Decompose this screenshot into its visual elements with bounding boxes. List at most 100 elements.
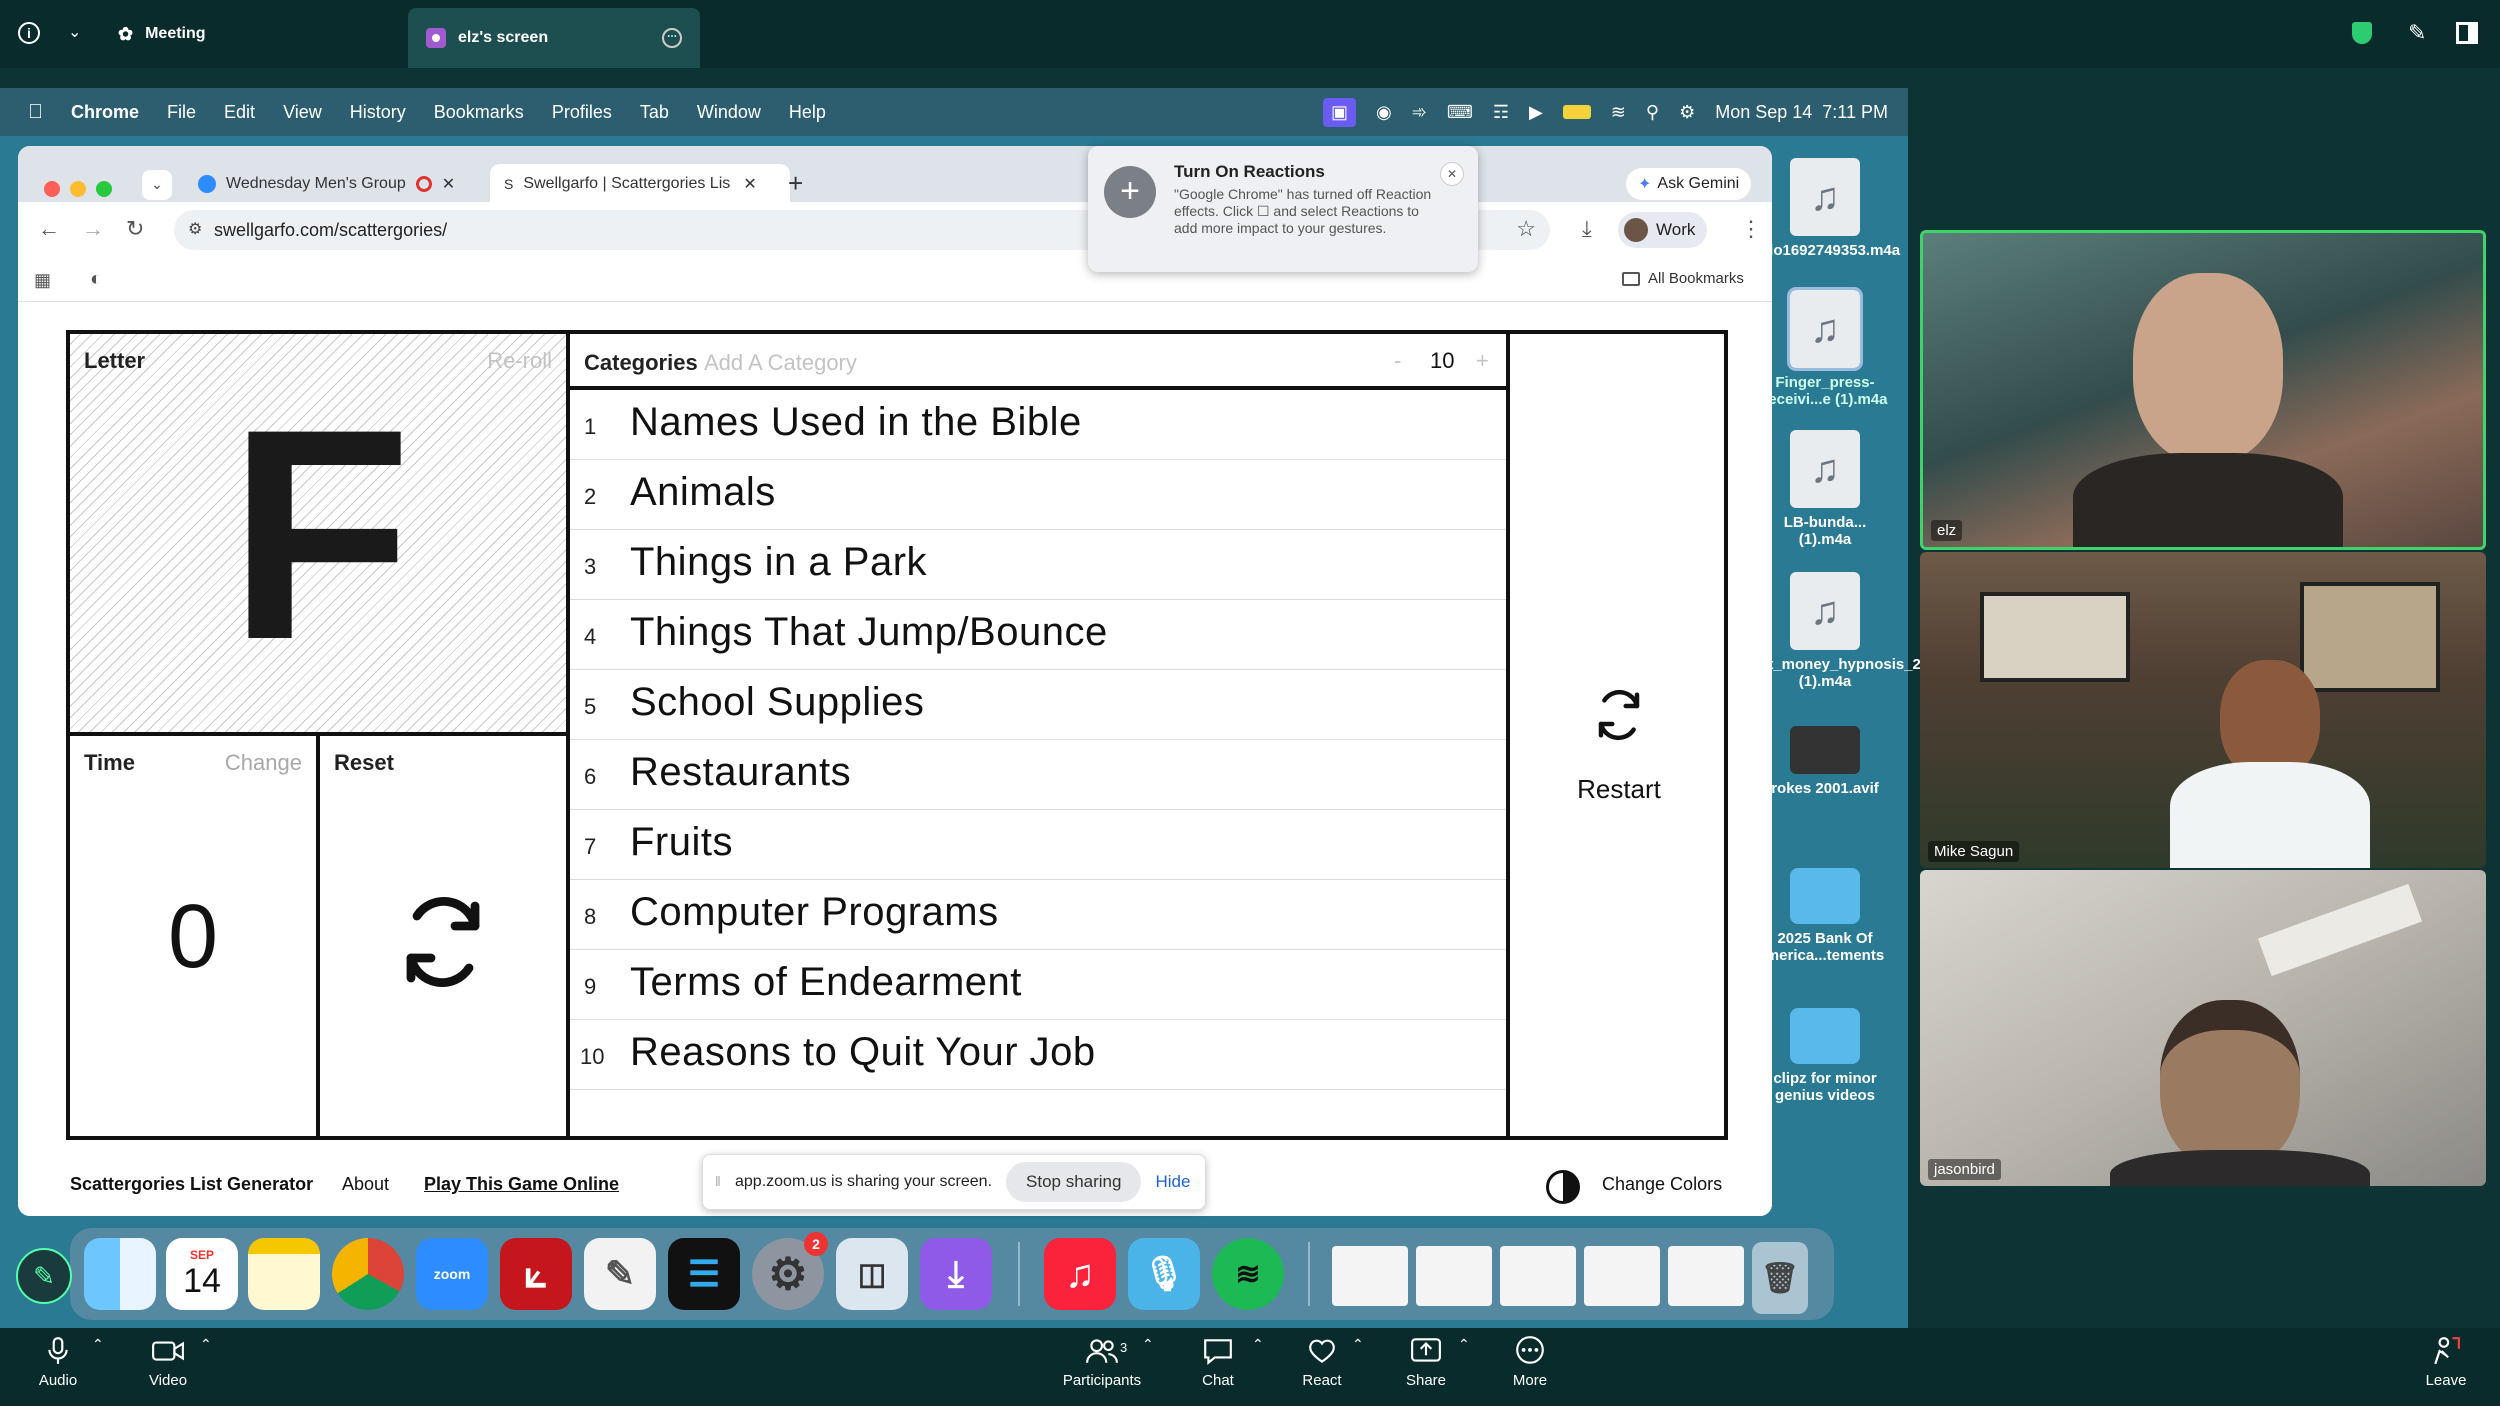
react-options-chevron-icon[interactable]: ⌃ (1352, 1336, 1364, 1353)
menu-history[interactable]: History (350, 102, 406, 123)
reset-panel[interactable]: Reset (320, 736, 570, 1140)
increase-count-button[interactable]: + (1476, 348, 1489, 374)
finder-icon[interactable] (84, 1238, 156, 1310)
play-icon[interactable]: ▶ (1529, 102, 1543, 123)
menu-edit[interactable]: Edit (224, 102, 255, 123)
hide-banner-button[interactable]: Hide (1155, 1172, 1190, 1192)
globe-icon[interactable]: ◐ (90, 268, 102, 291)
desktop-file[interactable]: ♫ et_money_hypnosis_2 (1).m4a (1760, 572, 1921, 690)
control-center-icon[interactable]: ⚙ (1679, 102, 1695, 123)
kebab-menu-icon[interactable]: ⋮ (1740, 216, 1762, 242)
calendar-icon[interactable]: SEP 14 (166, 1238, 238, 1310)
minimize-window-button[interactable] (70, 181, 86, 197)
capcut-icon[interactable]: ☰ (668, 1238, 740, 1310)
category-row[interactable]: 5 School Supplies (570, 670, 1506, 740)
menu-chrome[interactable]: Chrome (71, 102, 139, 123)
change-time-button[interactable]: Change (225, 750, 302, 776)
wifi-icon[interactable]: ≋ (1611, 102, 1626, 123)
edit-annotation-icon[interactable]: ✎ (16, 1248, 72, 1304)
footer-generator-link[interactable]: Scattergories List Generator (70, 1174, 313, 1195)
new-tab-button[interactable]: + (788, 168, 803, 199)
participants-button[interactable]: Participants (1052, 1336, 1152, 1389)
system-settings-icon[interactable]: ⚙ 2 (752, 1232, 828, 1310)
decrease-count-button[interactable]: - (1394, 348, 1401, 374)
keyboard-icon[interactable]: ⌨ (1447, 102, 1473, 123)
close-notification-icon[interactable]: ✕ (1440, 162, 1464, 186)
document-thumbnail-icon[interactable] (1584, 1246, 1660, 1306)
desktop-file[interactable]: ♫ LB-bunda...(1).m4a (1760, 430, 1890, 548)
close-tab-icon[interactable]: ✕ (743, 174, 756, 194)
video-tile-mike-sagun[interactable]: Mike Sagun (1920, 552, 2486, 868)
desktop-folder[interactable]: 2025 Bank Of merica...tements (1760, 868, 1890, 964)
tab-shared-screen[interactable]: elz's screen ⋯ (408, 8, 700, 68)
layout-icon[interactable] (2456, 22, 2478, 44)
desktop-file[interactable]: ♫ dio1692749353.m4a (1760, 158, 1900, 259)
more-options-icon[interactable]: ⋯ (662, 28, 682, 48)
footer-play-online-link[interactable]: Play This Game Online (424, 1174, 619, 1195)
bookmark-star-icon[interactable]: ☆ (1516, 216, 1536, 242)
close-window-button[interactable] (44, 181, 60, 197)
spotify-icon[interactable]: ≋ (1212, 1238, 1284, 1310)
cast-icon[interactable]: ➾ (1412, 102, 1427, 123)
tab-meeting[interactable]: ✿ Meeting (100, 8, 224, 60)
menu-profiles[interactable]: Profiles (552, 102, 612, 123)
desktop-folder[interactable]: clipz for minor genius videos (1760, 1008, 1890, 1104)
document-thumbnail-icon[interactable] (1416, 1246, 1492, 1306)
category-row[interactable]: 3 Things in a Park (570, 530, 1506, 600)
reset-icon[interactable] (395, 894, 491, 990)
desktop-file[interactable]: rokes 2001.avif (1760, 726, 1890, 797)
category-row[interactable]: 4 Things That Jump/Bounce (570, 600, 1506, 670)
menu-file[interactable]: File (167, 102, 196, 123)
battery-icon[interactable] (1562, 105, 1591, 119)
restart-panel[interactable]: Restart (1510, 334, 1728, 1140)
trash-icon[interactable]: 🗑 (1752, 1242, 1808, 1314)
tab-wednesday-mens-group[interactable]: Wednesday Men's Group ✕ (184, 164, 484, 204)
maximize-window-button[interactable] (96, 181, 112, 197)
contrast-icon[interactable] (1546, 1170, 1580, 1204)
category-row[interactable]: 7 Fruits (570, 810, 1506, 880)
voice-memos-icon[interactable]: 🎙 (1128, 1238, 1200, 1310)
leave-button[interactable]: Leave (2396, 1336, 2496, 1389)
chrome-app-icon[interactable] (332, 1238, 404, 1310)
zoom-status-icon[interactable]: ◉ (1376, 102, 1392, 123)
footer-about-link[interactable]: About (342, 1174, 389, 1195)
music-icon[interactable]: ♫ (1044, 1238, 1116, 1310)
category-row[interactable]: 1 Names Used in the Bible (570, 390, 1506, 460)
participants-options-chevron-icon[interactable]: ⌃ (1142, 1336, 1154, 1353)
document-thumbnail-icon[interactable] (1332, 1246, 1408, 1306)
chat-options-chevron-icon[interactable]: ⌃ (1252, 1336, 1264, 1353)
menu-bookmarks[interactable]: Bookmarks (434, 102, 524, 123)
textedit-icon[interactable]: ✎ (584, 1238, 656, 1310)
ask-gemini-button[interactable]: ✦ Ask Gemini (1626, 168, 1752, 200)
add-category-button[interactable]: Add A Category (704, 350, 857, 376)
apps-grid-icon[interactable]: ▦ (34, 270, 51, 291)
pen-icon[interactable]: ✎ (2408, 20, 2426, 46)
download-icon[interactable]: ⤓ (1582, 216, 1592, 242)
shield-icon[interactable] (2352, 22, 2372, 44)
category-row[interactable]: 6 Restaurants (570, 740, 1506, 810)
category-row[interactable]: 2 Animals (570, 460, 1506, 530)
reload-icon[interactable]: ↻ (126, 216, 144, 242)
audio-options-chevron-icon[interactable]: ⌃ (92, 1336, 104, 1353)
notes-icon[interactable] (248, 1238, 320, 1310)
stop-sharing-button[interactable]: Stop sharing (1006, 1162, 1142, 1202)
category-row[interactable]: 9 Terms of Endearment (570, 950, 1506, 1020)
video-tile-jasonbird[interactable]: jasonbird (1920, 870, 2486, 1186)
category-row[interactable]: 10 Reasons to Quit Your Job (570, 1020, 1506, 1090)
back-icon[interactable]: ← (38, 216, 60, 242)
zoom-app-icon[interactable]: zoom (416, 1238, 488, 1310)
tab-search-icon[interactable]: ⌄ (142, 170, 172, 200)
forward-icon[interactable]: → (82, 216, 104, 242)
video-tile-elz[interactable]: elz (1920, 230, 2486, 550)
video-options-chevron-icon[interactable]: ⌃ (200, 1336, 212, 1353)
restart-icon[interactable] (1592, 688, 1646, 742)
screen-share-status-icon[interactable]: ▣ (1323, 97, 1357, 127)
clipboard-icon[interactable]: ☶ (1493, 102, 1509, 123)
apple-icon[interactable]:  (28, 101, 43, 124)
preview-icon[interactable]: ◫ (836, 1238, 908, 1310)
drag-handle-icon[interactable]: ‖ (715, 1173, 721, 1189)
profile-button[interactable]: Work (1618, 212, 1708, 248)
menu-clock[interactable]: Mon Sep 14 7:11 PM (1715, 102, 1888, 123)
downloader-icon[interactable]: ⤓ (920, 1238, 992, 1310)
acrobat-icon[interactable]: ⟀ (500, 1238, 572, 1310)
